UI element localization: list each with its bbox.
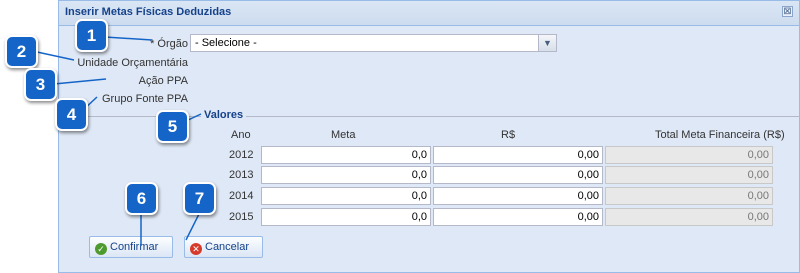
callout-1: 1 — [75, 19, 108, 52]
callout-5: 5 — [156, 110, 189, 143]
callout-2: 2 — [5, 35, 38, 68]
callout-6: 6 — [125, 182, 158, 215]
callout-4: 4 — [55, 98, 88, 131]
callout-7: 7 — [183, 182, 216, 215]
callout-3: 3 — [24, 68, 57, 101]
callout-connectors — [36, 36, 202, 246]
